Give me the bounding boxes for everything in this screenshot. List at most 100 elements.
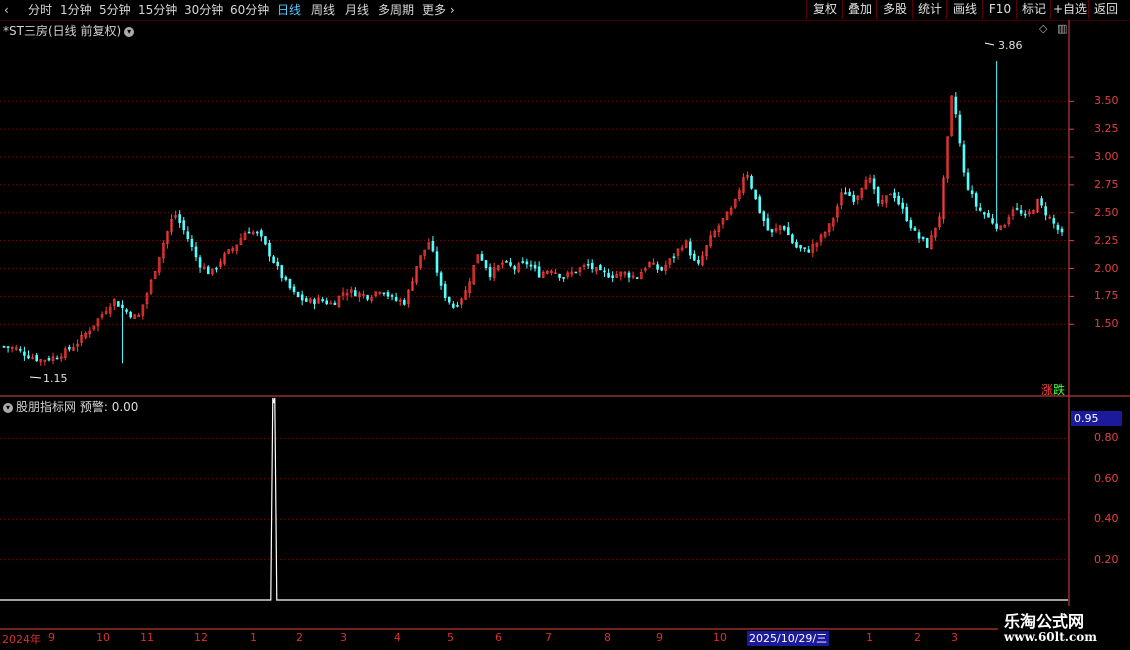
- diamond-icon[interactable]: ◇: [1039, 22, 1047, 35]
- candle-body: [325, 300, 329, 305]
- candle-body: [979, 207, 982, 211]
- price-tick-label: 3.00: [1094, 150, 1119, 164]
- candle-body: [913, 227, 917, 231]
- candle-body: [178, 214, 181, 224]
- candle-body: [403, 299, 406, 305]
- candle-body: [1040, 198, 1043, 206]
- date-tick-label: 8: [604, 631, 611, 644]
- candle-body: [611, 275, 614, 278]
- candle-body: [970, 190, 974, 194]
- indicator-title[interactable]: ▾ 股朋指标网 预警: 0.00: [3, 398, 138, 415]
- indicator-tick-label: 0.80: [1094, 431, 1119, 445]
- candle-body: [121, 304, 124, 309]
- date-tick-label: 5: [447, 631, 454, 644]
- rise-fall-toggle[interactable]: 涨跌: [1041, 381, 1065, 398]
- candle-body: [513, 266, 516, 270]
- candle-body: [480, 253, 484, 261]
- date-tick-label: 9: [656, 631, 663, 644]
- candle-body: [893, 192, 896, 199]
- date-tick-label: 4: [394, 631, 401, 644]
- candle-body: [354, 290, 357, 297]
- date-tick-label: 2: [296, 631, 303, 644]
- chart-frame: [0, 20, 1130, 645]
- candle-body: [2, 345, 6, 348]
- candle-body: [917, 232, 921, 239]
- candle-body: [521, 261, 525, 263]
- stock-name-label: *ST三房(日线 前复权): [3, 24, 122, 38]
- price-tick-label: 2.50: [1094, 205, 1119, 219]
- candle-body: [333, 302, 337, 306]
- candle-body: [186, 231, 190, 240]
- candle-body: [296, 291, 300, 297]
- candle-body: [456, 305, 459, 307]
- candle-body: [599, 265, 602, 271]
- candle-body: [198, 257, 202, 268]
- indicator-name: 股朋指标网: [16, 400, 77, 414]
- candle-body: [876, 187, 880, 204]
- panel-toggle-icon[interactable]: ▥: [1057, 22, 1067, 35]
- candle-body: [23, 351, 26, 356]
- candle-body: [194, 246, 198, 258]
- candle-body: [509, 262, 512, 266]
- candle-body: [799, 245, 802, 249]
- date-tick-label: 12: [194, 631, 208, 644]
- dropdown-icon[interactable]: ▾: [124, 26, 135, 37]
- candle-body: [562, 277, 565, 279]
- candle-body: [264, 236, 267, 245]
- price-tick-label: 2.00: [1094, 261, 1119, 275]
- candle-body: [660, 267, 663, 271]
- candle-body: [921, 236, 925, 240]
- indicator-line: [0, 397, 1068, 601]
- stock-charts: [0, 20, 1130, 645]
- candle-body: [754, 189, 757, 200]
- candle-body: [852, 194, 855, 202]
- candle-body: [382, 292, 386, 295]
- candle-body: [1052, 218, 1056, 224]
- candle-body: [439, 272, 443, 286]
- candle-body: [897, 195, 900, 205]
- candle-body: [484, 260, 488, 268]
- main-chart-title[interactable]: *ST三房(日线 前复权) ▾: [3, 22, 135, 39]
- candle-body: [300, 294, 304, 301]
- date-tick-label: 1: [250, 631, 257, 644]
- candle-body: [272, 256, 275, 263]
- candle-body: [129, 311, 132, 318]
- date-tick-label: 2024年: [2, 633, 41, 646]
- candle-body: [758, 196, 762, 214]
- price-tick-label: 3.50: [1094, 94, 1119, 108]
- watermark-url: www.60lt.com: [1004, 630, 1097, 644]
- rise-label: 涨: [1041, 383, 1054, 397]
- candle-body: [901, 202, 904, 209]
- candle-body: [505, 261, 508, 263]
- candle-body: [844, 192, 847, 195]
- candle-body: [750, 176, 753, 189]
- date-tick-label: 1: [866, 631, 873, 644]
- candle-body: [447, 296, 451, 303]
- candle-body: [488, 267, 492, 277]
- candle-body: [693, 253, 696, 261]
- candle-body: [215, 267, 218, 270]
- candlestick-series: [2, 42, 1064, 379]
- candle-body: [190, 238, 194, 247]
- candle-body: [627, 272, 631, 278]
- candle-body: [782, 226, 786, 230]
- candle-body: [1044, 206, 1047, 216]
- dropdown-icon[interactable]: ▾: [3, 402, 13, 413]
- date-tick-label: 11: [140, 631, 154, 644]
- candle-body: [313, 299, 316, 305]
- candle-body: [807, 249, 811, 253]
- indicator-tick-label: 0.60: [1094, 471, 1119, 485]
- candle-body: [533, 264, 537, 269]
- candle-body: [962, 144, 966, 173]
- candle-body: [607, 272, 610, 278]
- date-tick-label: 6: [495, 631, 502, 644]
- candle-body: [292, 286, 296, 292]
- candle-body: [55, 357, 59, 360]
- candle-body: [366, 295, 369, 300]
- candle-body: [791, 234, 794, 244]
- candle-body: [390, 295, 394, 297]
- candle-body: [206, 266, 210, 275]
- candle-body: [872, 178, 876, 190]
- alert-value: 预警: 0.00: [79, 400, 139, 414]
- high-price-label: 3.86: [998, 39, 1023, 52]
